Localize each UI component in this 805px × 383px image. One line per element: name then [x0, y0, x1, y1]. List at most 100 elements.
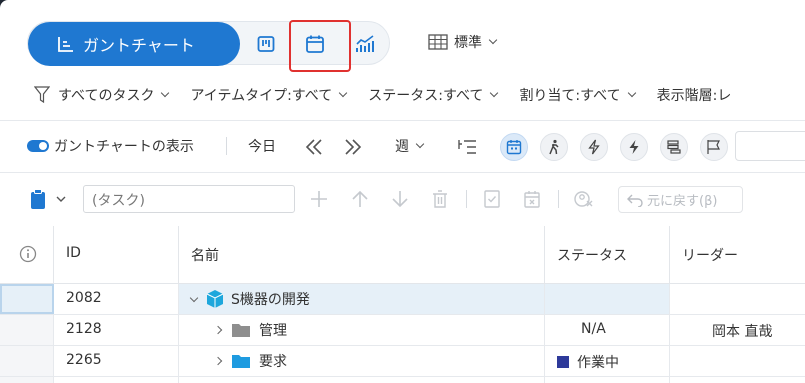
filter-assignment[interactable]: 割り当て:すべて — [519, 85, 636, 105]
table-row[interactable]: 2082 S機器の開発 — [0, 284, 805, 315]
calendar-view-highlight — [289, 20, 351, 72]
column-header-id[interactable]: ID — [54, 226, 179, 284]
table-row[interactable]: 2128 管理 N/A 岡本 直哉 — [0, 315, 805, 346]
period-label: 週 — [395, 139, 409, 155]
today-button[interactable]: 今日 — [248, 136, 276, 156]
show-gantt-label: ガントチャートの表示 — [54, 139, 194, 155]
divider — [558, 190, 559, 208]
row-name — [179, 377, 545, 383]
filter-icon — [34, 86, 50, 104]
arrow-up-icon[interactable] — [350, 189, 370, 209]
divider — [226, 137, 227, 155]
divider — [0, 172, 805, 173]
folder-icon — [232, 355, 250, 368]
filter-label: 表示階層:レ — [656, 88, 732, 104]
gantt-view-button[interactable]: ガントチャート — [28, 22, 240, 66]
scroll-back-icon[interactable] — [304, 137, 324, 157]
expand-icon[interactable] — [213, 325, 223, 335]
row-leader — [670, 346, 805, 376]
row-id: 2265 — [54, 346, 179, 376]
flag-icon[interactable] — [700, 133, 728, 161]
project-panel: ガントチャート 標準 すべてのタスク アイテムタイプ:すべて ステータス:すべて… — [0, 0, 805, 383]
collapse-icon[interactable] — [189, 293, 199, 302]
clipboard-icon[interactable] — [30, 189, 70, 213]
database-icon[interactable] — [660, 133, 688, 161]
filter-label: アイテムタイプ:すべて — [190, 88, 333, 104]
chevron-down-icon — [488, 35, 498, 45]
view-mode-label: 標準 — [454, 35, 482, 51]
task-grid: ID 名前 ステータス リーダー 2082 S機器の開発 2128 管理 N/A… — [0, 226, 805, 383]
add-icon[interactable] — [309, 189, 329, 209]
view-mode-dropdown[interactable]: 標準 — [428, 32, 498, 52]
task-input[interactable]: (タスク) — [83, 185, 295, 213]
checklist-icon[interactable] — [482, 189, 502, 209]
gantt-chart-icon — [58, 37, 73, 52]
filter-display-level[interactable]: 表示階層:レ — [657, 85, 732, 105]
row-status — [545, 284, 670, 314]
row-leader — [670, 284, 805, 314]
undo-label: 元に戻す(β) — [647, 194, 718, 209]
chevron-down-icon — [415, 139, 425, 149]
row-name[interactable]: S機器の開発 — [179, 284, 545, 314]
row-leader: 岡本 直哉 — [712, 324, 773, 340]
row-name-text: S機器の開発 — [231, 292, 310, 308]
divider — [466, 190, 467, 208]
row-id: 2128 — [54, 315, 179, 345]
indent-list-icon[interactable] — [457, 137, 477, 157]
period-dropdown[interactable]: 週 — [395, 136, 425, 156]
calendar-icon[interactable] — [500, 133, 528, 161]
arrow-down-icon[interactable] — [390, 189, 410, 209]
row-status — [545, 377, 670, 383]
board-icon[interactable] — [255, 33, 277, 55]
calendar-x-icon[interactable] — [522, 189, 542, 209]
undo-button[interactable]: 元に戻す(β) — [618, 186, 743, 213]
row-name-text: 要求 — [259, 354, 287, 370]
row-selector[interactable] — [0, 284, 54, 314]
filter-label: すべてのタスク — [58, 88, 155, 104]
analytics-icon[interactable] — [354, 33, 376, 55]
row-id: 2082 — [54, 284, 179, 314]
filter-all-tasks[interactable]: すべてのタスク — [58, 85, 170, 105]
row-status-text: 作業中 — [577, 355, 619, 371]
row-status: 作業中 — [545, 346, 670, 376]
info-icon — [19, 245, 37, 263]
row-name[interactable]: 管理 — [179, 315, 545, 345]
filter-bar: すべてのタスク アイテムタイプ:すべて ステータス:すべて 割り当て:すべて 表… — [34, 84, 753, 106]
table-row[interactable] — [0, 377, 805, 383]
undo-icon — [627, 194, 643, 207]
table-row[interactable]: 2265 要求 作業中 — [0, 346, 805, 377]
filter-label: 割り当て:すべて — [519, 88, 621, 104]
filter-status[interactable]: ステータス:すべて — [368, 85, 499, 105]
row-selector[interactable] — [0, 315, 54, 345]
row-name[interactable]: 要求 — [179, 346, 545, 376]
info-column-header[interactable] — [0, 226, 54, 284]
lightning-outline-icon[interactable] — [580, 133, 608, 161]
row-selector[interactable] — [0, 377, 54, 383]
table-icon — [428, 34, 448, 50]
status-color-icon — [557, 356, 569, 368]
trash-icon[interactable] — [430, 189, 450, 209]
row-name-text: 管理 — [259, 323, 287, 339]
chevron-down-icon — [339, 88, 348, 98]
lightning-filled-icon[interactable] — [620, 133, 648, 161]
task-input-placeholder: (タスク) — [92, 193, 145, 209]
chevron-down-icon — [490, 88, 499, 98]
toolbar-field[interactable] — [735, 131, 805, 161]
row-selector[interactable] — [0, 346, 54, 376]
row-id — [54, 377, 179, 383]
show-gantt-toggle[interactable] — [27, 140, 49, 152]
chevron-down-icon — [627, 88, 636, 98]
cube-icon — [206, 290, 224, 308]
column-header-leader[interactable]: リーダー — [670, 226, 805, 284]
expand-icon[interactable] — [213, 356, 223, 366]
column-header-name[interactable]: 名前 — [179, 226, 545, 284]
divider — [0, 120, 805, 121]
folder-icon — [232, 324, 250, 337]
filter-item-type[interactable]: アイテムタイプ:すべて — [190, 85, 348, 105]
walking-person-icon[interactable] — [540, 133, 568, 161]
row-status: N/A — [545, 315, 670, 345]
column-header-status[interactable]: ステータス — [545, 226, 670, 284]
user-block-icon[interactable] — [573, 189, 593, 209]
gantt-view-label: ガントチャート — [83, 36, 195, 55]
scroll-forward-icon[interactable] — [343, 137, 363, 157]
